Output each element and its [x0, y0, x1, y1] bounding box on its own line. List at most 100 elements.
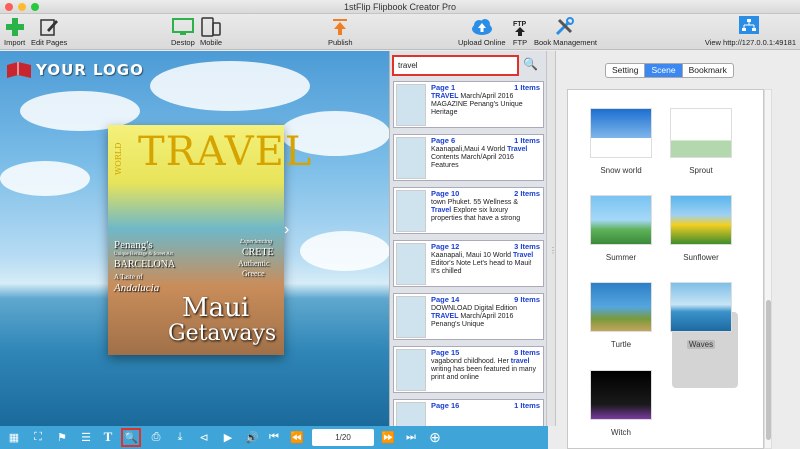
cover-andalucia: Andalucia [114, 282, 160, 294]
result-thumbnail [396, 296, 426, 338]
next-page-arrow-icon[interactable]: › [284, 221, 289, 239]
edit-pages-button[interactable]: Edit Pages [31, 16, 67, 47]
scene-summer[interactable]: Summer [586, 195, 656, 262]
thumbnails-icon[interactable]: ▦ [6, 429, 22, 445]
result-count: 9 Items [514, 295, 540, 304]
minimize-window-button[interactable] [18, 3, 26, 11]
edit-pages-label: Edit Pages [31, 38, 68, 47]
desktop-label: Destop [171, 38, 195, 47]
view-url-button[interactable] [738, 14, 760, 36]
book-management-button[interactable]: Book Management [534, 16, 597, 47]
page-number-field[interactable]: 1/20 [312, 429, 374, 446]
scene-sunflower[interactable]: Sunflower [666, 195, 736, 262]
scene-label: Sprout [689, 166, 713, 175]
cover-penang-sub: Unique Heritage & Street Art [114, 252, 173, 257]
import-button[interactable]: Import [4, 16, 25, 47]
search-result-item[interactable]: Page 16 1 Items [393, 399, 544, 426]
search-result-item[interactable]: Page 1 1 Items TRAVEL March/April 2016 MAG… [393, 81, 544, 128]
result-count: 3 Items [514, 242, 540, 251]
result-highlight: Travel [431, 207, 452, 214]
book-management-label: Book Management [534, 38, 597, 47]
search-result-item[interactable]: Page 10 2 Items town Phuket. 55 Wellness &… [393, 187, 544, 234]
book-logo-icon [7, 62, 31, 78]
result-count: 1 Items [514, 401, 540, 410]
result-highlight: Travel [507, 146, 528, 153]
result-thumbnail [396, 84, 426, 126]
scene-list: Snow world Sprout Summer Sunflower Turtle Wav… [567, 89, 764, 449]
zoom-in-icon[interactable]: ⊕ [427, 429, 443, 445]
mobile-button[interactable]: Mobile [200, 16, 222, 47]
result-page: Page 16 [431, 401, 460, 410]
result-page: Page 14 [431, 295, 460, 304]
first-page-icon[interactable]: ⏮ [266, 429, 282, 445]
ftp-button[interactable]: FTP FTP [511, 16, 529, 47]
search-icon[interactable]: 🔍 [121, 428, 141, 447]
cover-barcelona: BARCELONA [114, 259, 176, 270]
result-snippet: town Phuket. 55 Wellness & Travel Explor… [431, 199, 521, 222]
search-input[interactable] [392, 55, 519, 76]
scrollbar-thumb[interactable] [766, 300, 771, 440]
autoplay-icon[interactable]: ▶ [220, 429, 236, 445]
publish-button[interactable]: Publish [328, 16, 353, 47]
fullscreen-icon[interactable]: ⛶ [30, 429, 46, 445]
sound-icon[interactable]: 🔊 [244, 429, 260, 445]
tab-scene[interactable]: Scene [645, 64, 683, 77]
scene-label: Waves [686, 340, 716, 349]
result-snippet: TRAVEL March/April 2016 MAGAZINE Penang'… [431, 93, 523, 116]
scene-thumbnail [590, 108, 652, 158]
scene-label: Snow world [600, 166, 642, 175]
panel-divider[interactable]: ⋮ [546, 51, 557, 426]
tab-setting[interactable]: Setting [606, 64, 646, 77]
divider-grip-icon: ⋮ [549, 246, 557, 255]
print-icon[interactable]: ⎙ [148, 429, 164, 445]
next-page-icon[interactable]: ⏩ [380, 429, 396, 445]
search-result-item[interactable]: Page 12 3 Items Kaanapali, Maui 10 World T… [393, 240, 544, 287]
ftp-icon: FTP [511, 16, 529, 38]
result-highlight: Travel [512, 252, 534, 259]
book-cover[interactable]: WORLD TRAVEL Penang's Unique Heritage & … [108, 125, 311, 355]
result-body: Page 10 2 Items town Phuket. 55 Wellness &… [428, 188, 543, 233]
import-label: Import [4, 38, 26, 47]
result-thumbnail [396, 402, 426, 426]
scene-witch[interactable]: Witch [586, 370, 656, 437]
desktop-button[interactable]: Destop [171, 16, 195, 47]
scene-turtle[interactable]: Turtle [586, 282, 656, 349]
scene-sprout[interactable]: Sprout [666, 108, 736, 175]
ftp-badge-text: FTP [513, 21, 527, 28]
result-body: Page 15 8 Items vagabond childhood. Her tr… [428, 347, 543, 392]
tab-bookmark[interactable]: Bookmark [683, 64, 733, 77]
scene-snow-world[interactable]: Snow world [586, 108, 656, 175]
cover-greece: Greece [242, 269, 265, 278]
result-snippet: Kaanapali,Maui 4 World Travel Contents M… [431, 146, 528, 169]
viewer-toolbar: ▦ ⛶ ⚑ ☰ T 🔍 ⎙ ⤓ ⊲ ▶ 🔊 ⏮ ⏪ 1/20 ⏩ ⏭ ⊕ [0, 426, 548, 449]
result-thumbnail [396, 243, 426, 285]
last-page-icon[interactable]: ⏭ [403, 429, 419, 445]
share-icon[interactable]: ⊲ [196, 429, 212, 445]
result-body: Page 14 9 Items DOWNLOAD Digital Edition T… [428, 294, 543, 339]
close-window-button[interactable] [5, 3, 13, 11]
scene-waves[interactable]: Waves [666, 282, 736, 349]
search-result-item[interactable]: Page 15 8 Items vagabond childhood. Her tr… [393, 346, 544, 393]
plus-icon [5, 16, 25, 38]
cover-authentic: Authentic [238, 259, 270, 268]
upload-online-button[interactable]: Upload Online [458, 16, 506, 47]
zoom-window-button[interactable] [31, 3, 39, 11]
scene-label: Witch [611, 428, 631, 437]
scene-list-scrollbar[interactable] [764, 89, 772, 449]
scene-thumbnail [590, 282, 652, 332]
result-count: 1 Items [514, 83, 540, 92]
bookmark-flag-icon[interactable]: ⚑ [54, 429, 70, 445]
settings-tabs: Setting Scene Bookmark [605, 63, 734, 78]
download-icon[interactable]: ⤓ [172, 429, 188, 445]
search-button-icon[interactable]: 🔍 [523, 57, 539, 73]
mobile-label: Mobile [200, 38, 223, 47]
result-header: Page 10 2 Items [431, 190, 540, 198]
previous-page-icon[interactable]: ⏪ [289, 429, 305, 445]
text-icon[interactable]: T [100, 429, 116, 445]
publish-label: Publish [328, 38, 353, 47]
title-bar: 1stFlip Flipbook Creator Pro [0, 0, 800, 14]
search-result-item[interactable]: Page 6 1 Items Kaanapali,Maui 4 World Trav… [393, 134, 544, 181]
search-result-item[interactable]: Page 14 9 Items DOWNLOAD Digital Edition T… [393, 293, 544, 340]
table-of-contents-icon[interactable]: ☰ [78, 429, 94, 445]
logo-text: YOUR LOGO [36, 61, 144, 79]
